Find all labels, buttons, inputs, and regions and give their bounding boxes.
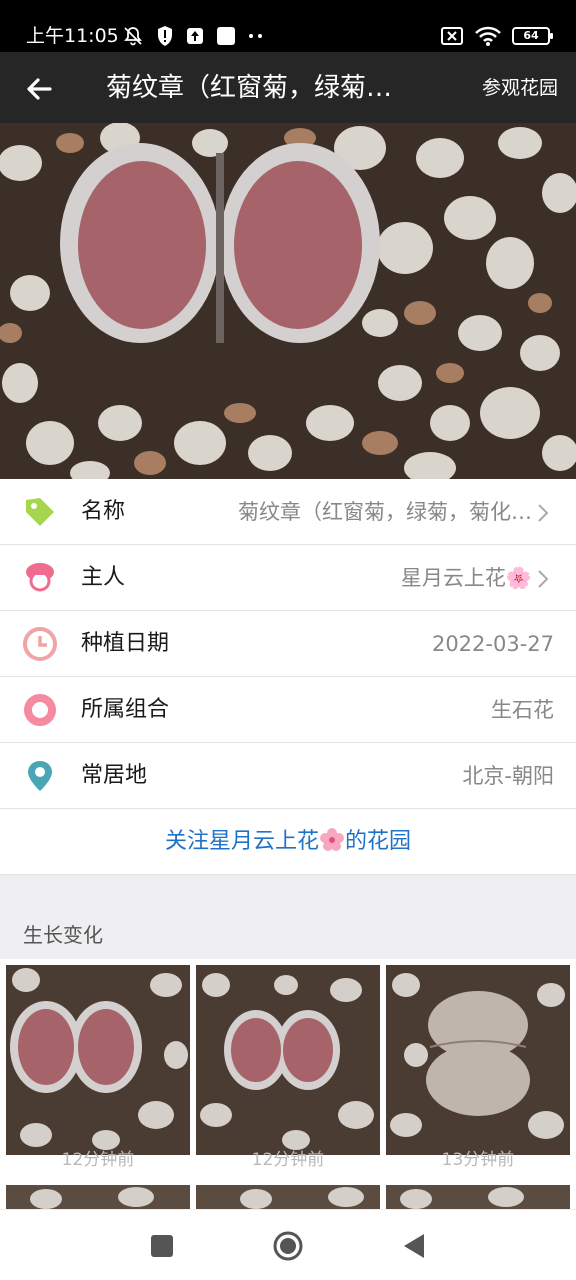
growth-time: 12分钟前 — [251, 1150, 325, 1170]
growth-photo — [6, 1185, 190, 1209]
growth-thumb[interactable] — [386, 1185, 570, 1209]
info-label: 所属组合 — [81, 697, 170, 722]
growth-thumb[interactable] — [6, 1185, 190, 1209]
status-time: 上午11:05 — [26, 25, 119, 47]
plant-photo-illustration — [0, 123, 576, 479]
plant-info-list: 名称 菊纹章（红窗菊，绿菊，菊化… 主人 星月云上花🌸 种植日期 2022-03… — [0, 479, 576, 875]
follow-suffix: 的花园 — [345, 829, 412, 854]
page-title: 菊纹章（红窗菊，绿菊… — [106, 73, 393, 103]
follow-prefix: 关注星月云上花 — [164, 829, 319, 854]
info-row-owner[interactable]: 主人 星月云上花🌸 — [0, 545, 576, 611]
status-bar: 上午11:05 64 — [0, 0, 576, 52]
growth-thumb[interactable] — [386, 965, 570, 1155]
info-value: 北京-朝阳 — [462, 764, 554, 788]
clock-icon — [23, 627, 57, 661]
info-row-location: 常居地 北京-朝阳 — [0, 743, 576, 809]
follow-garden-button[interactable]: 关注星月云上花 的花园 — [0, 809, 576, 875]
arrow-left-icon[interactable] — [20, 69, 60, 109]
chevron-right-icon — [538, 570, 549, 588]
info-value: 2022-03-27 — [431, 632, 554, 656]
cherry-blossom-icon — [320, 828, 344, 851]
person-icon — [26, 563, 54, 592]
growth-photo — [196, 965, 380, 1155]
growth-grid: 12分钟前 12分钟前 13分钟前 — [0, 959, 576, 1209]
info-label: 种植日期 — [81, 631, 170, 656]
mute-bell-icon — [124, 27, 142, 46]
growth-thumb[interactable] — [196, 965, 380, 1155]
growth-photo — [6, 965, 190, 1155]
status-icons-left — [122, 25, 264, 47]
upload-icon — [187, 28, 203, 44]
info-value: 星月云上花🌸 — [400, 566, 532, 590]
growth-time: 13分钟前 — [441, 1150, 515, 1170]
growth-thumb[interactable] — [196, 1185, 380, 1209]
visit-garden-button[interactable]: 参观花园 — [482, 74, 558, 102]
more-dots-icon — [249, 34, 262, 38]
app-bar: 菊纹章（红窗菊，绿菊… 参观花园 — [0, 52, 576, 123]
system-nav-bar — [0, 1210, 576, 1280]
info-row-name[interactable]: 名称 菊纹章（红窗菊，绿菊，菊化… — [0, 479, 576, 545]
info-value: 生石花 — [491, 698, 554, 722]
battery-icon: 64 — [512, 27, 553, 45]
growth-section-title: 生长变化 — [23, 923, 103, 947]
info-label: 主人 — [81, 565, 126, 590]
info-label: 常居地 — [81, 763, 148, 788]
wifi-icon — [475, 26, 501, 46]
chevron-right-icon — [538, 504, 549, 522]
info-row-plant-date: 种植日期 2022-03-27 — [0, 611, 576, 677]
growth-thumb[interactable] — [6, 965, 190, 1155]
ring-icon — [24, 694, 56, 726]
info-row-group: 所属组合 生石花 — [0, 677, 576, 743]
alert-shield-icon — [158, 26, 172, 46]
growth-photo — [386, 965, 570, 1155]
location-pin-icon — [28, 761, 52, 791]
growth-photo — [386, 1185, 570, 1209]
no-sim-icon — [441, 27, 463, 45]
plant-photo[interactable] — [0, 123, 576, 479]
growth-photo — [196, 1185, 380, 1209]
tag-icon — [26, 498, 54, 526]
info-value: 菊纹章（红窗菊，绿菊，菊化… — [238, 500, 532, 524]
growth-time: 12分钟前 — [61, 1150, 135, 1170]
square-notification-icon — [217, 27, 235, 45]
status-icons-right: 64 — [440, 24, 553, 48]
square-recents-icon[interactable] — [142, 1228, 182, 1264]
info-label: 名称 — [81, 499, 126, 524]
circle-home-icon[interactable] — [268, 1228, 308, 1264]
triangle-back-icon[interactable] — [394, 1228, 434, 1264]
growth-section-header: 生长变化 — [0, 875, 576, 959]
